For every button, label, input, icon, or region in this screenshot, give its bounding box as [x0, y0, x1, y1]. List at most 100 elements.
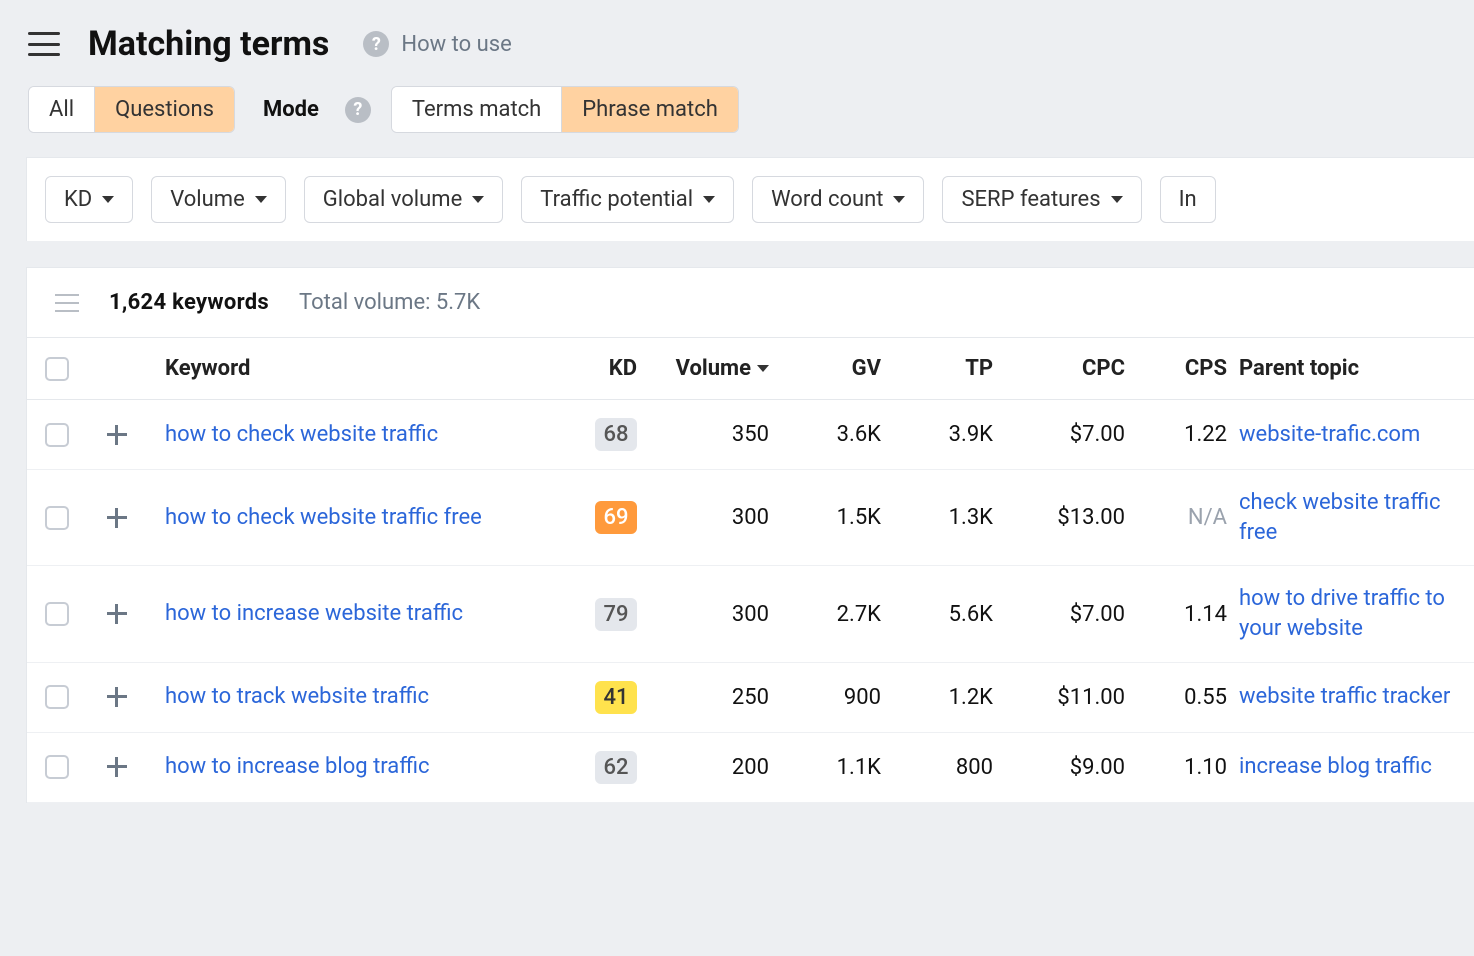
table-row: how to track website traffic 41 250 900 …	[27, 663, 1474, 733]
col-cps[interactable]: CPS	[1137, 356, 1227, 381]
volume-cell: 250	[649, 685, 769, 710]
mode-segmented: Terms match Phrase match	[391, 86, 739, 133]
cps-cell: 1.14	[1137, 602, 1227, 627]
mode-terms-match[interactable]: Terms match	[392, 87, 562, 132]
parent-topic-link[interactable]: website-trafic.com	[1239, 420, 1456, 450]
cpc-cell: $11.00	[1005, 685, 1125, 710]
col-kd[interactable]: KD	[547, 356, 637, 381]
table-header: Keyword KD Volume GV TP CPC CPS Parent t…	[27, 338, 1474, 400]
row-checkbox[interactable]	[45, 602, 69, 626]
select-all-checkbox[interactable]	[45, 357, 69, 381]
volume-cell: 300	[649, 505, 769, 530]
list-icon[interactable]	[55, 294, 79, 312]
col-cpc[interactable]: CPC	[1005, 356, 1125, 381]
gv-cell: 1.5K	[781, 505, 881, 530]
tp-cell: 800	[893, 755, 993, 780]
expand-icon[interactable]	[105, 685, 129, 709]
mode-label: Mode	[263, 97, 319, 122]
col-parent-topic[interactable]: Parent topic	[1239, 356, 1456, 381]
filter-word-count[interactable]: Word count	[752, 176, 924, 223]
tp-cell: 1.2K	[893, 685, 993, 710]
help-icon[interactable]: ?	[363, 31, 389, 57]
filter-traffic-potential[interactable]: Traffic potential	[521, 176, 734, 223]
chevron-down-icon	[893, 196, 905, 203]
filter-label: Word count	[771, 187, 883, 212]
col-tp[interactable]: TP	[893, 356, 993, 381]
filter-label: In	[1179, 187, 1197, 212]
expand-icon[interactable]	[105, 423, 129, 447]
volume-cell: 300	[649, 602, 769, 627]
table-row: how to check website traffic 68 350 3.6K…	[27, 400, 1474, 470]
table-row: how to increase website traffic 79 300 2…	[27, 566, 1474, 662]
parent-topic-link[interactable]: check website traffic free	[1239, 488, 1456, 547]
filter-label: Global volume	[323, 187, 463, 212]
mode-help-icon[interactable]: ?	[345, 97, 371, 123]
table-row: how to check website traffic free 69 300…	[27, 470, 1474, 566]
parent-topic-link[interactable]: website traffic tracker	[1239, 682, 1456, 712]
expand-icon[interactable]	[105, 602, 129, 626]
gv-cell: 2.7K	[781, 602, 881, 627]
tab-questions[interactable]: Questions	[95, 87, 234, 132]
cps-cell: 0.55	[1137, 685, 1227, 710]
keywords-table: Keyword KD Volume GV TP CPC CPS Parent t…	[26, 337, 1474, 803]
row-checkbox[interactable]	[45, 506, 69, 530]
total-volume: Total volume: 5.7K	[299, 290, 480, 315]
gv-cell: 1.1K	[781, 755, 881, 780]
row-checkbox[interactable]	[45, 423, 69, 447]
col-keyword[interactable]: Keyword	[165, 356, 535, 381]
tp-cell: 1.3K	[893, 505, 993, 530]
parent-topic-link[interactable]: increase blog traffic	[1239, 752, 1456, 782]
how-to-use-link[interactable]: How to use	[401, 32, 511, 57]
filter-label: SERP features	[961, 187, 1100, 212]
keyword-link[interactable]: how to increase blog traffic	[165, 752, 535, 782]
chevron-down-icon	[703, 196, 715, 203]
row-checkbox[interactable]	[45, 685, 69, 709]
table-row: how to increase blog traffic 62 200 1.1K…	[27, 733, 1474, 803]
tab-all[interactable]: All	[29, 87, 95, 132]
keyword-link[interactable]: how to check website traffic	[165, 420, 535, 450]
summary-bar: 1,624 keywords Total volume: 5.7K	[26, 267, 1474, 337]
kd-badge: 62	[595, 751, 637, 784]
cpc-cell: $7.00	[1005, 602, 1125, 627]
keyword-link[interactable]: how to check website traffic free	[165, 503, 535, 533]
filter-label: Volume	[170, 187, 245, 212]
filter-kd[interactable]: KD	[45, 176, 133, 223]
tp-cell: 5.6K	[893, 602, 993, 627]
chevron-down-icon	[102, 196, 114, 203]
keyword-link[interactable]: how to track website traffic	[165, 682, 535, 712]
col-gv[interactable]: GV	[781, 356, 881, 381]
cpc-cell: $7.00	[1005, 422, 1125, 447]
tp-cell: 3.9K	[893, 422, 993, 447]
page-title: Matching terms	[88, 24, 329, 64]
menu-icon[interactable]	[28, 32, 60, 56]
kd-badge: 79	[595, 598, 637, 631]
keyword-link[interactable]: how to increase website traffic	[165, 599, 535, 629]
sort-desc-icon	[757, 365, 769, 372]
filter-partial[interactable]: In	[1160, 176, 1216, 223]
col-volume[interactable]: Volume	[649, 356, 769, 381]
row-checkbox[interactable]	[45, 755, 69, 779]
cpc-cell: $13.00	[1005, 505, 1125, 530]
cpc-cell: $9.00	[1005, 755, 1125, 780]
chevron-down-icon	[255, 196, 267, 203]
cps-cell: 1.22	[1137, 422, 1227, 447]
expand-icon[interactable]	[105, 506, 129, 530]
mode-phrase-match[interactable]: Phrase match	[562, 87, 738, 132]
volume-cell: 350	[649, 422, 769, 447]
kd-badge: 41	[595, 681, 637, 714]
chevron-down-icon	[472, 196, 484, 203]
keyword-count: 1,624 keywords	[109, 290, 269, 315]
kd-badge: 68	[595, 418, 637, 451]
volume-cell: 200	[649, 755, 769, 780]
kd-badge: 69	[595, 501, 637, 534]
filter-label: KD	[64, 187, 92, 212]
parent-topic-link[interactable]: how to drive traffic to your website	[1239, 584, 1456, 643]
filter-global-volume[interactable]: Global volume	[304, 176, 504, 223]
gv-cell: 3.6K	[781, 422, 881, 447]
expand-icon[interactable]	[105, 755, 129, 779]
filter-volume[interactable]: Volume	[151, 176, 286, 223]
cps-cell: N/A	[1137, 505, 1227, 530]
questions-filter-segmented: All Questions	[28, 86, 235, 133]
filter-serp-features[interactable]: SERP features	[942, 176, 1141, 223]
filter-label: Traffic potential	[540, 187, 693, 212]
